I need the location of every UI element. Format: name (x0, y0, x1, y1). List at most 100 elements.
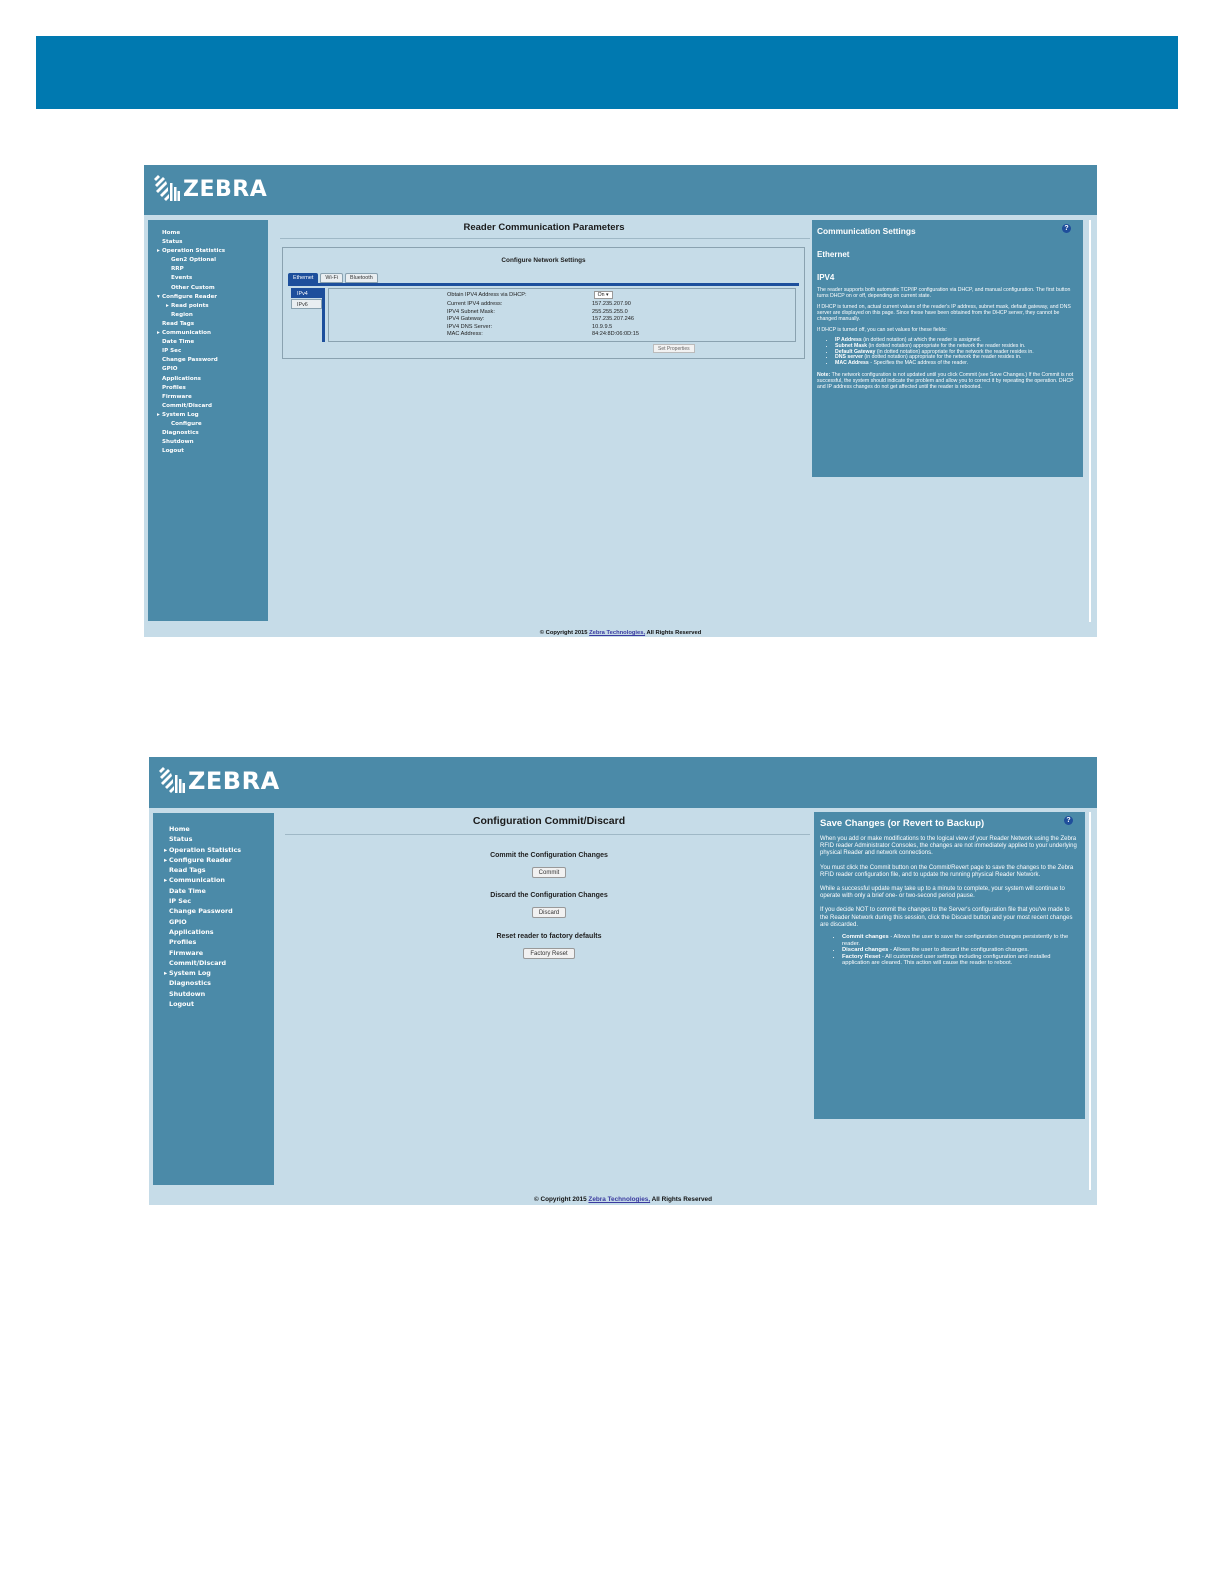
sidebar-item-profiles[interactable]: Profiles (157, 384, 268, 393)
scrollbar[interactable] (1089, 220, 1091, 622)
tab-underline (288, 283, 799, 286)
sidebar-item-label: Firmware (169, 948, 204, 957)
sidebar-item-label: Profiles (169, 938, 197, 947)
sidebar-item-read-tags[interactable]: Read Tags (164, 865, 274, 875)
mac-address-value: 84:24:8D:06:0D:15 (592, 331, 639, 337)
zebra-logo[interactable]: ZEBRA (157, 765, 280, 797)
dhcp-row: Obtain IPV4 Address via DHCP: On ▾ (447, 291, 613, 299)
sidebar-item-status[interactable]: Status (164, 834, 274, 844)
sidebar-item-label: Gen2 Optional (171, 257, 217, 264)
tab-ipv6[interactable]: IPv6 (291, 299, 322, 309)
sidebar-item-label: Logout (162, 448, 184, 455)
zebra-logo[interactable]: ZEBRA (152, 173, 267, 205)
help-title: Communication Settings (817, 226, 916, 236)
ipv4-settings-panel: Obtain IPV4 Address via DHCP: On ▾ Curre… (328, 288, 796, 342)
tab-ipv4[interactable]: IPv4 (291, 288, 322, 298)
dns-server-label: IPV4 DNS Server: (447, 323, 493, 330)
sidebar-item-label: Applications (162, 375, 202, 382)
sidebar-item-ip-sec[interactable]: IP Sec (164, 896, 274, 906)
sidebar-item-configure-reader[interactable]: ▾ Configure Reader (157, 293, 268, 302)
sidebar-item-communication[interactable]: ▸ Communication (157, 329, 268, 338)
sidebar-item-shutdown[interactable]: Shutdown (157, 438, 268, 447)
sidebar-item-diagnostics[interactable]: Diagnostics (164, 978, 274, 988)
tab-wifi[interactable]: Wi-Fi (320, 273, 343, 283)
zebra-link[interactable]: Zebra Technologies, (588, 1196, 650, 1203)
scrollbar[interactable] (1089, 812, 1091, 1190)
sidebar-item-system-log[interactable]: ▸ System Log (157, 411, 268, 420)
zebra-head-icon (159, 767, 185, 793)
sidebar-item-ip-sec[interactable]: IP Sec (157, 347, 268, 356)
sidebar-item-label: Configure Reader (162, 293, 217, 300)
sidebar-item-profiles[interactable]: Profiles (164, 937, 274, 947)
sidebar-item-diagnostics[interactable]: Diagnostics (157, 429, 268, 438)
sidebar-item-label: Home (169, 825, 190, 833)
sidebar-item-label: Configure (171, 420, 202, 427)
sidebar-item-applications[interactable]: Applications (157, 375, 268, 384)
tab-bluetooth[interactable]: Bluetooth (344, 273, 378, 283)
sidebar-item-home[interactable]: Home (164, 824, 274, 834)
connection-tabs: Ethernet Wi-Fi Bluetooth (288, 273, 380, 283)
sidebar-item-read-tags[interactable]: Read Tags (157, 320, 268, 329)
sidebar-item-change-password[interactable]: Change Password (164, 906, 274, 916)
commit-section: Commit the Configuration Changes Commit (279, 852, 819, 879)
help-icon[interactable]: ? (1062, 224, 1071, 233)
help-list-item: Discard changes - Allows the user to dis… (842, 947, 1079, 954)
zebra-head-icon (154, 175, 180, 201)
sidebar-item-logout[interactable]: Logout (164, 999, 274, 1009)
sidebar-item-read-points[interactable]: ▸ Read points (157, 302, 268, 311)
commit-button[interactable]: Commit (531, 867, 567, 878)
factory-reset-button[interactable]: Factory Reset (523, 948, 575, 959)
sidebar-item-system-log[interactable]: ▸ System Log (164, 968, 274, 978)
help-paragraph: You must click the Commit button on the … (820, 864, 1074, 878)
copyright-footer: © Copyright 2015 Zebra Technologies, All… (539, 630, 702, 636)
app-header: ZEBRA (149, 757, 1097, 808)
sidebar-item-configure-reader[interactable]: ▸ Configure Reader (164, 855, 274, 865)
ipv4-address-value: 157.235.207.90 (592, 301, 631, 307)
sidebar-item-applications[interactable]: Applications (164, 927, 274, 937)
sidebar-item-gpio[interactable]: GPIO (157, 365, 268, 374)
mac-address-label: MAC Address: (447, 331, 483, 337)
sidebar-item-region[interactable]: Region (157, 311, 268, 320)
sidebar-item-date-time[interactable]: Date Time (164, 886, 274, 896)
sidebar-item-communication[interactable]: ▸ Communication (164, 875, 274, 885)
sidebar-item-label: IP Sec (169, 897, 192, 906)
sidebar-item-status[interactable]: Status (157, 238, 268, 247)
sidebar-item-commit-discard[interactable]: Commit/Discard (164, 958, 274, 968)
sidebar-item-commit-discard[interactable]: Commit/Discard (157, 402, 268, 411)
sidebar-item-label: Diagnostics (169, 979, 211, 988)
title-divider (285, 834, 810, 835)
reset-label: Reset reader to factory defaults (496, 933, 602, 940)
sidebar-item-firmware[interactable]: Firmware (157, 393, 268, 402)
sidebar-item-label: Change Password (162, 357, 218, 364)
help-icon[interactable]: ? (1064, 816, 1073, 825)
sidebar-item-change-password[interactable]: Change Password (157, 356, 268, 365)
sidebar-item-label: Region (171, 311, 193, 318)
sidebar-item-rrp[interactable]: RRP (157, 265, 268, 274)
set-properties-button[interactable]: Set Properties (653, 344, 695, 353)
sidebar-item-other-custom[interactable]: Other Custom (157, 284, 268, 293)
sidebar-item-configure[interactable]: Configure (157, 420, 268, 429)
sidebar-item-label: Profiles (162, 384, 186, 391)
sidebar-item-firmware[interactable]: Firmware (164, 948, 274, 958)
reset-section: Reset reader to factory defaults Factory… (279, 933, 819, 960)
sidebar-item-logout[interactable]: Logout (157, 447, 268, 456)
sidebar-item-label: System Log (162, 411, 199, 418)
sidebar-item-label: System Log (169, 969, 211, 978)
sidebar-item-gpio[interactable]: GPIO (164, 917, 274, 927)
sidebar-item-date-time[interactable]: Date Time (157, 338, 268, 347)
sidebar-item-operation-statistics[interactable]: ▸ Operation Statistics (164, 845, 274, 855)
sidebar-item-label: Date Time (162, 339, 195, 346)
sidebar-item-operation-statistics[interactable]: ▸ Operation Statistics (157, 247, 268, 256)
sidebar-item-label: IP Sec (162, 348, 182, 355)
sidebar-item-home[interactable]: Home (157, 229, 268, 238)
sidebar-item-shutdown[interactable]: Shutdown (164, 989, 274, 999)
discard-button[interactable]: Discard (531, 907, 567, 918)
zebra-link[interactable]: Zebra Technologies, (589, 630, 645, 636)
sidebar-item-gen2-optional[interactable]: Gen2 Optional (157, 256, 268, 265)
help-paragraph: The reader supports both automatic TCP/I… (817, 287, 1071, 299)
sidebar-item-events[interactable]: Events (157, 274, 268, 283)
page-title: Reader Communication Parameters (463, 222, 625, 233)
sidebar-item-label: Firmware (162, 393, 192, 400)
tab-ethernet[interactable]: Ethernet (288, 273, 319, 283)
dhcp-select[interactable]: On ▾ (593, 291, 613, 299)
